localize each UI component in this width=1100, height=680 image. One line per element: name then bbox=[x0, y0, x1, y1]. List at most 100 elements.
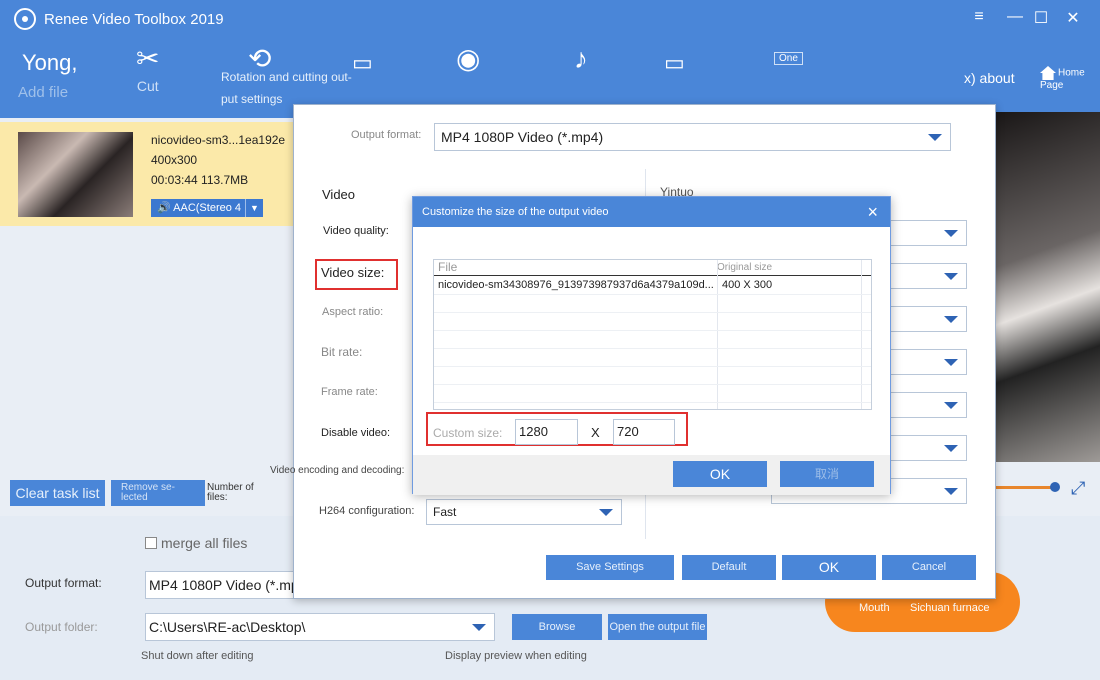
checkbox-icon[interactable] bbox=[145, 537, 157, 549]
task-resolution: 400x300 bbox=[151, 153, 198, 167]
number-of-files-label: Number of files: bbox=[207, 482, 254, 503]
start-button-left-label: Mouth bbox=[859, 602, 890, 614]
fullscreen-icon[interactable]: ⤢ bbox=[1071, 478, 1085, 499]
video-section-header: Video bbox=[322, 187, 356, 202]
film-reel-icon: ◉ bbox=[456, 43, 481, 74]
table-row bbox=[434, 331, 871, 349]
cut-label: Cut bbox=[136, 78, 159, 94]
task-duration-size: 00:03:44 113.7MB bbox=[151, 173, 249, 187]
one-badge[interactable]: One bbox=[774, 52, 803, 65]
chevron-down-icon[interactable] bbox=[944, 273, 958, 280]
task-list-item[interactable]: nicovideo-sm3...1ea192e 400x300 00:03:44… bbox=[0, 122, 300, 226]
chevron-down-icon[interactable] bbox=[944, 445, 958, 452]
h264-config-value: Fast bbox=[433, 505, 457, 519]
custom-width-input[interactable]: 1280 bbox=[515, 419, 578, 445]
chevron-down-icon[interactable]: ▼ bbox=[245, 199, 263, 217]
settings-output-format-value: MP4 1080P Video (*.mp4) bbox=[441, 129, 604, 145]
app-logo-icon bbox=[14, 8, 36, 30]
default-button[interactable]: Default bbox=[682, 555, 776, 580]
merge-all-files-checkbox[interactable]: merge all files bbox=[145, 535, 247, 551]
table-row bbox=[434, 313, 871, 331]
table-row bbox=[434, 349, 871, 367]
video-size-label: Video size: bbox=[321, 265, 385, 280]
shutdown-after-editing-option[interactable]: Shut down after editing bbox=[141, 650, 254, 662]
open-output-file-button[interactable]: Open the output file bbox=[608, 614, 707, 640]
top-toolbar: Renee Video Toolbox 2019 ≡ — ☐ ✕ Yong, A… bbox=[0, 0, 1100, 118]
about-link[interactable]: x) about bbox=[964, 70, 1015, 86]
audio-track-select[interactable]: 🔊 AAC(Stereo 4 ▼ bbox=[151, 199, 263, 217]
minimize-button[interactable]: — bbox=[1004, 8, 1026, 26]
chevron-down-icon[interactable] bbox=[944, 359, 958, 366]
chevron-down-icon[interactable] bbox=[944, 230, 958, 237]
subtitle-icon: ▭ bbox=[664, 50, 685, 75]
task-file-name: nicovideo-sm3...1ea192e bbox=[151, 133, 286, 147]
custom-size-label: Custom size: bbox=[433, 426, 503, 440]
dialog-title: Customize the size of the output video bbox=[413, 197, 890, 227]
video-preview bbox=[996, 112, 1100, 462]
merge-tool[interactable]: ◉ bbox=[456, 44, 480, 74]
subtitle-tool[interactable]: ▭ bbox=[664, 48, 685, 78]
table-row[interactable]: nicovideo-sm34308976_913973987937d6a4379… bbox=[434, 277, 871, 295]
output-folder-label: Output folder: bbox=[25, 620, 98, 634]
chevron-down-icon[interactable] bbox=[944, 402, 958, 409]
custom-ok-button[interactable]: OK bbox=[673, 461, 767, 487]
frame-rate-label: Frame rate: bbox=[321, 386, 378, 398]
close-icon[interactable]: × bbox=[867, 202, 878, 223]
music-note-icon: ♪ bbox=[574, 43, 588, 74]
maximize-button[interactable]: ☐ bbox=[1030, 8, 1052, 28]
film-strip-icon: ▭ bbox=[352, 50, 373, 75]
table-row bbox=[434, 367, 871, 385]
chevron-down-icon[interactable] bbox=[928, 134, 942, 141]
user-name: Yong, bbox=[22, 50, 78, 75]
video-thumbnail bbox=[18, 132, 133, 217]
menu-icon[interactable]: ≡ bbox=[968, 8, 990, 26]
bit-rate-label: Bit rate: bbox=[321, 345, 363, 359]
chevron-down-icon[interactable] bbox=[944, 488, 958, 495]
custom-height-input[interactable]: 720 bbox=[613, 419, 675, 445]
display-preview-option[interactable]: Display preview when editing bbox=[445, 650, 587, 662]
playback-slider-knob[interactable] bbox=[1050, 482, 1060, 492]
video-quality-label: Video quality: bbox=[323, 225, 389, 237]
settings-cancel-button[interactable]: Cancel bbox=[882, 555, 976, 580]
chevron-down-icon[interactable] bbox=[944, 316, 958, 323]
aspect-ratio-label: Aspect ratio: bbox=[322, 306, 384, 318]
output-folder-field[interactable]: C:\Users\RE-ac\Desktop\ bbox=[145, 613, 495, 641]
col-file-header: File bbox=[438, 260, 458, 274]
effects-tool[interactable]: ▭ bbox=[352, 48, 373, 78]
close-button[interactable]: ✕ bbox=[1062, 8, 1084, 28]
custom-cancel-button[interactable]: 取消 bbox=[780, 461, 874, 487]
audio-track-value: AAC(Stereo 4 bbox=[173, 202, 242, 214]
music-tool[interactable]: ♪ bbox=[574, 44, 588, 74]
h264-config-label: H264 configuration: bbox=[319, 505, 415, 517]
col-original-size-header: Original size bbox=[717, 262, 773, 273]
customize-size-dialog: Customize the size of the output video ×… bbox=[412, 196, 891, 495]
cut-tool[interactable]: ✂ Cut bbox=[136, 43, 160, 95]
clear-task-list-button[interactable]: Clear task list bbox=[10, 480, 105, 506]
home-icon bbox=[1040, 66, 1056, 80]
table-row bbox=[434, 385, 871, 403]
h264-config-select[interactable]: Fast bbox=[426, 499, 622, 525]
table-header: File Original size bbox=[434, 260, 871, 276]
scissors-icon: ✂ bbox=[136, 43, 160, 74]
chevron-down-icon[interactable] bbox=[599, 509, 613, 516]
save-settings-button[interactable]: Save Settings bbox=[546, 555, 674, 580]
output-format-field[interactable]: MP4 1080P Video (*.mp bbox=[145, 571, 295, 599]
playback-progress[interactable] bbox=[996, 486, 1054, 489]
rotate-hint-line1: Rotation and cutting out- bbox=[221, 70, 352, 84]
output-format-label: Output format: bbox=[25, 576, 102, 590]
browse-button[interactable]: Browse bbox=[512, 614, 602, 640]
table-row bbox=[434, 295, 871, 313]
home-page-button[interactable]: Home Page bbox=[1040, 66, 1100, 91]
merge-label: merge all files bbox=[161, 535, 248, 551]
app-title: Renee Video Toolbox 2019 bbox=[44, 11, 224, 28]
settings-ok-button[interactable]: OK bbox=[782, 555, 876, 580]
settings-output-format-select[interactable]: MP4 1080P Video (*.mp4) bbox=[434, 123, 951, 151]
file-size-table: File Original size nicovideo-sm34308976_… bbox=[433, 259, 872, 410]
start-button-right-label: Sichuan furnace bbox=[910, 602, 990, 614]
rotate-hint-line2: put settings bbox=[221, 92, 283, 106]
disable-video-label: Disable video: bbox=[321, 427, 391, 439]
add-file-button[interactable]: Add file bbox=[18, 84, 68, 101]
remove-selected-button[interactable]: Remove se-lected bbox=[111, 480, 205, 506]
encoding-label: Video encoding and decoding: bbox=[270, 465, 405, 476]
chevron-down-icon[interactable] bbox=[472, 624, 486, 631]
